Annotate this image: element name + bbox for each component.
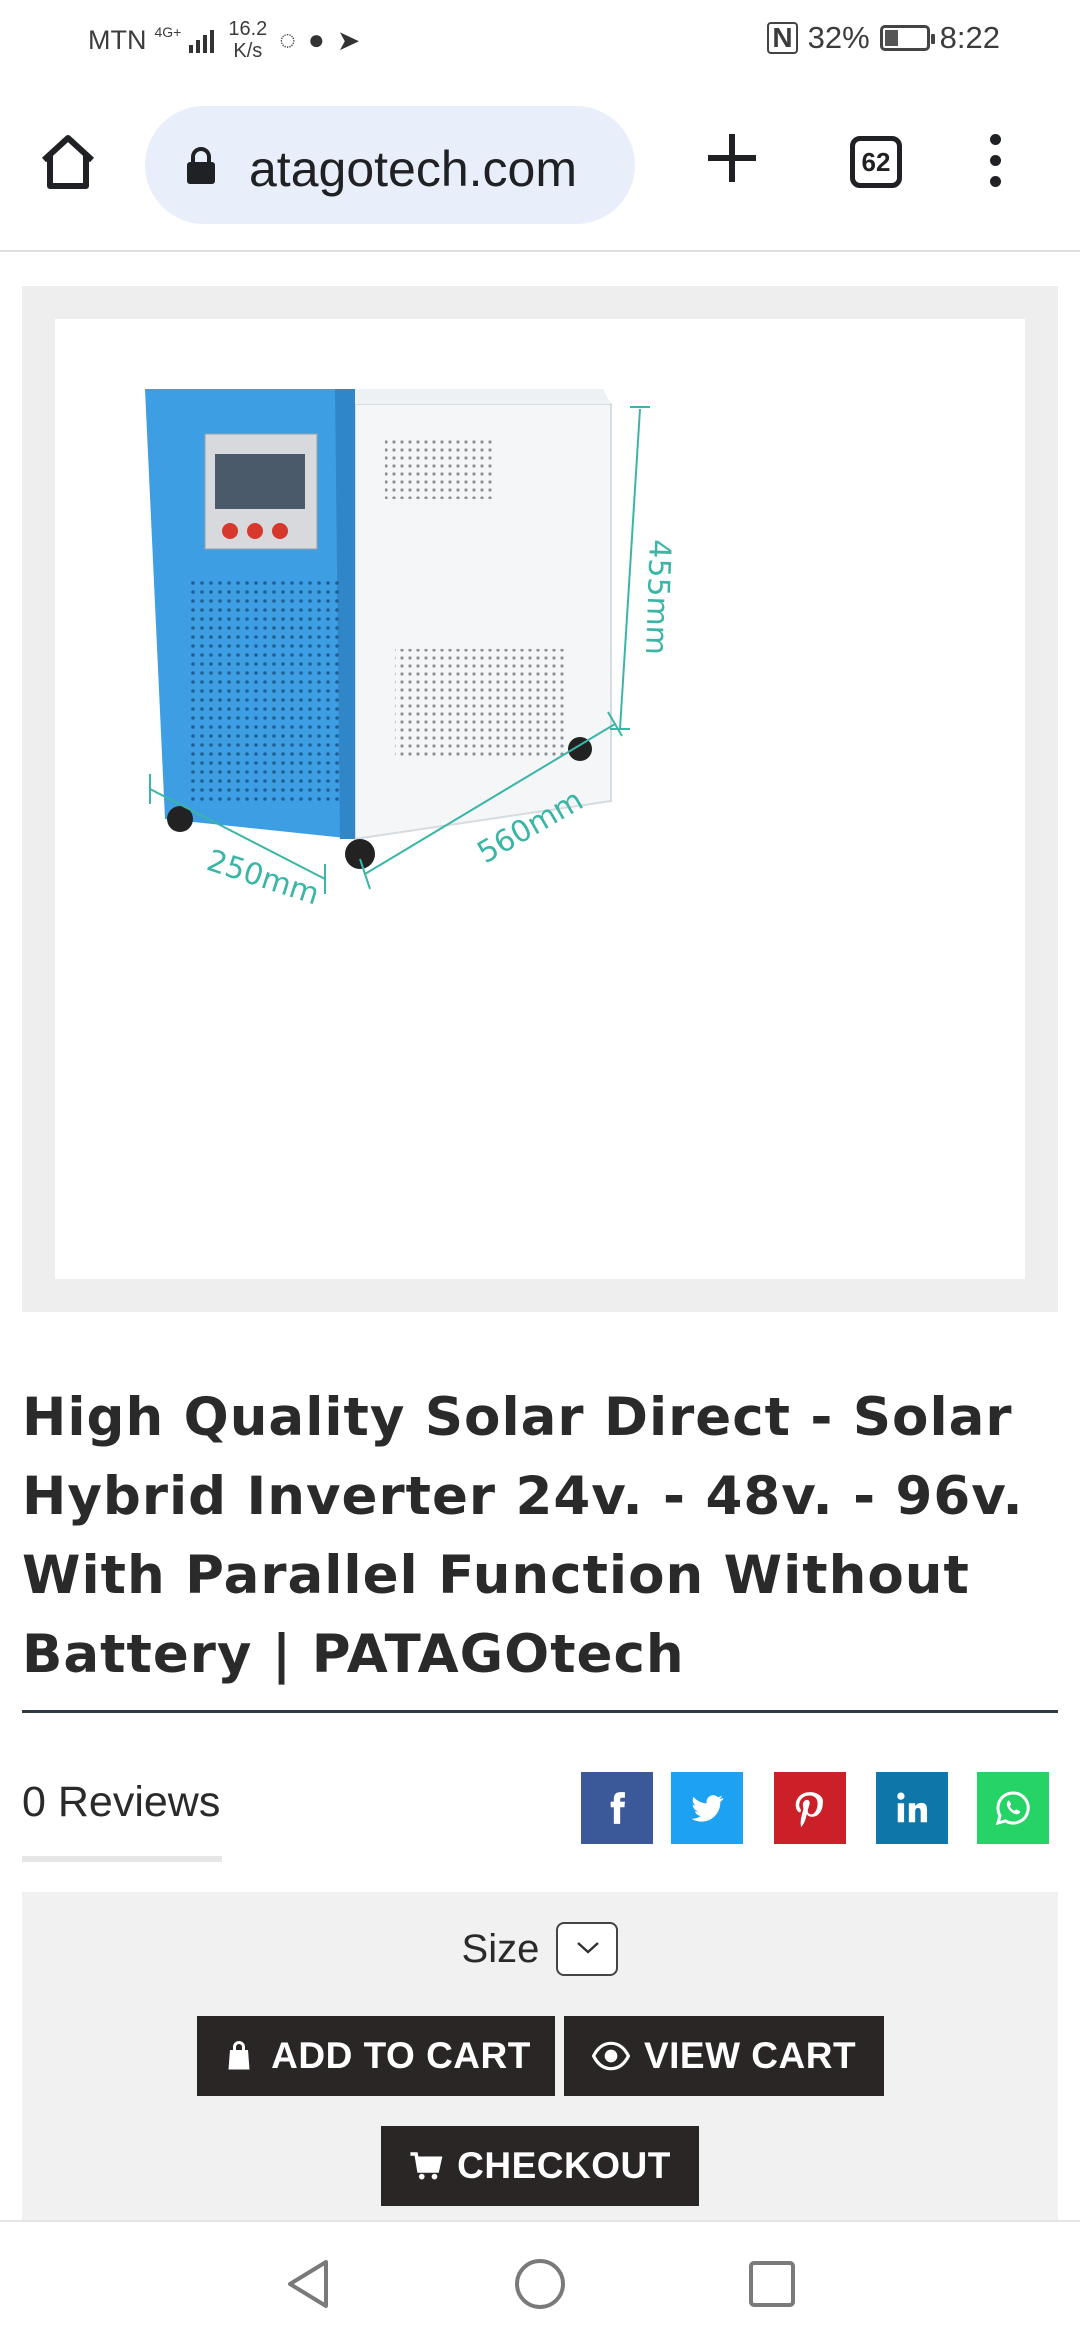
share-facebook-button[interactable] bbox=[581, 1772, 653, 1844]
shopping-bag-icon bbox=[228, 2041, 250, 2070]
dimension-height-label: 455mm bbox=[638, 539, 677, 656]
checkout-label: CHECKOUT bbox=[457, 2145, 671, 2186]
product-image-frame: 250mm 560mm 455mm bbox=[22, 286, 1058, 1312]
speed-value: 16.2 bbox=[228, 18, 268, 40]
more-menu-icon[interactable] bbox=[985, 134, 1005, 190]
back-icon[interactable] bbox=[280, 2256, 336, 2312]
dimension-width-label: 250mm bbox=[203, 843, 324, 912]
clock: 8:22 bbox=[939, 20, 1000, 55]
facebook-icon bbox=[610, 1792, 625, 1824]
whatsapp-icon bbox=[995, 1791, 1030, 1826]
eye-icon bbox=[591, 2041, 630, 2071]
status-left: MTN 4G+ 16.2 K/s ◌ ● ➤ bbox=[88, 18, 360, 62]
home-icon[interactable] bbox=[38, 132, 108, 202]
chat-icon: ● bbox=[307, 24, 325, 55]
cart-icon bbox=[410, 2152, 443, 2180]
status-right: N 32% 8:22 bbox=[767, 20, 1000, 56]
title-divider bbox=[22, 1710, 1058, 1713]
view-cart-button[interactable]: VIEW CART bbox=[564, 2016, 884, 2096]
status-bar: MTN 4G+ 16.2 K/s ◌ ● ➤ N 32% 8:22 bbox=[0, 0, 1080, 80]
carrier-name: MTN bbox=[88, 24, 147, 55]
recents-icon[interactable] bbox=[744, 2256, 800, 2312]
tab-switcher-button[interactable]: 62 bbox=[850, 136, 902, 188]
share-twitter-button[interactable] bbox=[671, 1772, 743, 1844]
battery-percent: 32% bbox=[807, 20, 870, 55]
address-bar[interactable]: atagotech.com bbox=[145, 106, 635, 224]
share-pinterest-button[interactable] bbox=[774, 1772, 846, 1844]
system-nav-bar bbox=[0, 2220, 1080, 2342]
size-select[interactable] bbox=[556, 1922, 619, 1976]
speed-unit: K/s bbox=[233, 40, 263, 62]
twitter-icon bbox=[691, 1795, 724, 1822]
size-label: Size bbox=[461, 1926, 540, 1971]
add-to-cart-label: ADD TO CART bbox=[271, 2035, 531, 2076]
sync-icon: ◌ bbox=[279, 24, 296, 55]
pinterest-icon bbox=[795, 1792, 824, 1827]
telegram-icon: ➤ bbox=[336, 24, 361, 56]
lock-icon bbox=[187, 147, 215, 184]
network-speed: 16.2 K/s bbox=[228, 18, 267, 62]
battery-icon bbox=[879, 25, 935, 51]
add-to-cart-button[interactable]: ADD TO CART bbox=[197, 2016, 555, 2096]
new-tab-icon[interactable] bbox=[704, 130, 760, 186]
checkout-button[interactable]: CHECKOUT bbox=[381, 2126, 699, 2206]
reviews-underline bbox=[22, 1856, 222, 1862]
view-cart-label: VIEW CART bbox=[643, 2035, 857, 2076]
nfc-icon: N bbox=[767, 22, 798, 54]
tab-count: 62 bbox=[861, 147, 891, 177]
browser-toolbar: atagotech.com 62 bbox=[0, 80, 1080, 252]
cart-panel: Size ADD TO CART VIEW CART CHECKOUT bbox=[22, 1892, 1058, 2222]
signal-icon bbox=[189, 27, 215, 53]
url-text: atagotech.com bbox=[249, 141, 577, 197]
product-title: High Quality Solar Direct - Solar Hybrid… bbox=[22, 1387, 1024, 1685]
home-nav-icon[interactable] bbox=[512, 2256, 568, 2312]
size-row: Size bbox=[22, 1922, 1058, 1976]
network-type: 4G+ bbox=[154, 24, 182, 40]
share-whatsapp-button[interactable] bbox=[977, 1772, 1049, 1844]
linkedin-icon bbox=[897, 1792, 928, 1823]
share-linkedin-button[interactable] bbox=[876, 1772, 948, 1844]
chevron-down-icon bbox=[577, 1942, 600, 1954]
reviews-link[interactable]: 0 Reviews bbox=[22, 1778, 220, 1827]
product-image[interactable]: 250mm 560mm 455mm bbox=[55, 319, 1025, 1279]
